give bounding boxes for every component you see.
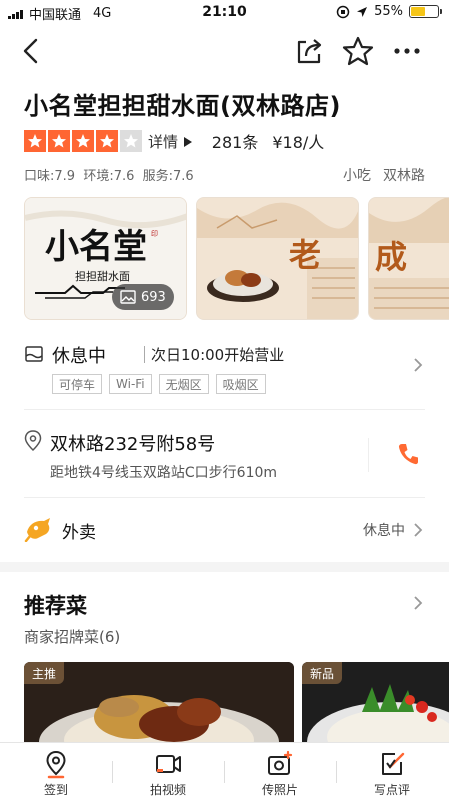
- tab-checkin[interactable]: 签到: [0, 743, 112, 800]
- category-tag[interactable]: 小吃: [343, 165, 371, 185]
- chevron-right-icon: [414, 523, 423, 537]
- phone-icon[interactable]: [397, 442, 419, 466]
- tab-photo[interactable]: 传照片: [224, 743, 336, 800]
- bottom-action-bar: 签到 拍视频 传照片 写点评: [0, 742, 449, 800]
- address-phone-divider: [368, 438, 369, 472]
- dish-list: 主推 新品: [24, 662, 449, 742]
- gallery-photo-sign[interactable]: 成: [368, 197, 449, 320]
- logo-text: 小名堂: [45, 227, 147, 267]
- logo-subtext: 担担甜水面: [75, 269, 130, 283]
- star-filled-icon: [48, 130, 70, 152]
- sign-artwork: 成: [369, 198, 449, 319]
- address-row[interactable]: 双林路232号附58号 距地铁4号线玉双路站C口步行610m: [24, 422, 425, 488]
- battery-fill: [411, 7, 426, 16]
- business-hours-row[interactable]: 休息中 次日10:00开始营业 可停车 Wi-Fi 无烟区 吸烟区: [24, 340, 425, 400]
- star-empty-icon: [120, 130, 142, 152]
- detail-link[interactable]: 详情: [148, 131, 192, 152]
- score-breakdown: 口味:7.9 环境:7.6 服务:7.6: [24, 169, 194, 184]
- dish-photo: [24, 662, 294, 742]
- photo-gallery[interactable]: 小名堂 印 担担甜水面 693 老 成: [24, 197, 449, 320]
- recommend-subtitle: 商家招牌菜(6): [24, 628, 121, 646]
- nav-bar: [0, 30, 449, 74]
- star-filled-icon: [96, 130, 118, 152]
- facility-tag: Wi-Fi: [109, 374, 152, 394]
- facility-tag: 吸烟区: [215, 374, 266, 394]
- open-time: 次日10:00开始营业: [151, 346, 285, 364]
- svg-text:印: 印: [151, 230, 158, 238]
- gallery-photo-logo[interactable]: 小名堂 印 担担甜水面 693: [24, 197, 187, 320]
- detail-link-label: 详情: [148, 132, 179, 151]
- star-rating: [24, 130, 142, 152]
- location-pin-icon: [46, 750, 66, 779]
- location-pin-outline-icon: [24, 430, 42, 452]
- subway-info: 距地铁4号线玉双路站C口步行610m: [50, 465, 278, 481]
- tab-label: 传照片: [261, 783, 298, 797]
- takeout-icon: [24, 518, 50, 542]
- recommend-title[interactable]: 推荐菜: [24, 590, 87, 620]
- write-review-icon: [382, 752, 405, 775]
- category-tags: 小吃 双林路: [343, 165, 425, 185]
- status-bar: 中国联通 4G 21:10 55%: [0, 0, 449, 24]
- tab-review[interactable]: 写点评: [336, 743, 448, 800]
- location-arrow-icon: [357, 6, 368, 17]
- section-separator: [0, 562, 449, 572]
- star-outline-icon[interactable]: [342, 36, 374, 66]
- takeout-row[interactable]: 外卖 休息中: [24, 508, 425, 552]
- facility-tag: 无烟区: [158, 374, 209, 394]
- dish-badge: 主推: [24, 662, 65, 684]
- star-filled-icon: [72, 130, 94, 152]
- battery-icon: [409, 5, 442, 18]
- photo-count-badge: 693: [112, 284, 174, 310]
- dish-artwork: 老: [197, 198, 358, 319]
- status-right: 55%: [336, 4, 442, 19]
- dish-card[interactable]: 新品: [302, 662, 449, 742]
- video-camera-icon: [156, 755, 181, 773]
- rating-row: 详情 281条 ¥18/人: [24, 128, 324, 154]
- divider: [24, 409, 425, 410]
- gallery-photo-dish[interactable]: 老: [196, 197, 359, 320]
- business-status: 休息中: [52, 346, 106, 367]
- dish-badge: 新品: [302, 662, 343, 684]
- dish-card[interactable]: 主推: [24, 662, 294, 742]
- more-icon[interactable]: [390, 36, 424, 66]
- orientation-lock-icon: [336, 5, 350, 18]
- star-filled-icon: [24, 130, 46, 152]
- photo-count: 693: [141, 289, 166, 305]
- price-per-person: ¥18/人: [272, 133, 325, 152]
- tab-label: 拍视频: [149, 783, 186, 797]
- divider: [24, 497, 425, 498]
- facility-tags: 可停车 Wi-Fi 无烟区 吸烟区: [52, 374, 266, 394]
- tab-video[interactable]: 拍视频: [112, 743, 224, 800]
- share-icon[interactable]: [294, 36, 324, 66]
- takeout-status: 休息中: [363, 523, 405, 539]
- triangle-right-icon: [183, 137, 192, 147]
- shop-status-icon: [25, 346, 43, 362]
- tab-label: 写点评: [373, 783, 410, 797]
- facility-tag: 可停车: [52, 374, 103, 394]
- card3-text: 成: [375, 238, 407, 276]
- chevron-right-icon[interactable]: [411, 596, 425, 610]
- tab-label: 签到: [43, 783, 68, 797]
- takeout-label: 外卖: [62, 523, 96, 543]
- image-icon: [120, 290, 136, 304]
- chevron-right-icon: [414, 358, 423, 372]
- status-separator: [144, 346, 145, 363]
- area-tag[interactable]: 双林路: [383, 165, 425, 185]
- address-text: 双林路232号附58号: [50, 434, 216, 455]
- battery-percent: 55%: [374, 4, 403, 19]
- photo-upload-icon: [268, 750, 293, 775]
- back-arrow-icon[interactable]: [18, 36, 48, 66]
- shop-name: 小名堂担担甜水面(双林路店): [24, 92, 341, 120]
- card2-text: 老: [289, 236, 321, 274]
- review-count[interactable]: 281条: [212, 129, 259, 153]
